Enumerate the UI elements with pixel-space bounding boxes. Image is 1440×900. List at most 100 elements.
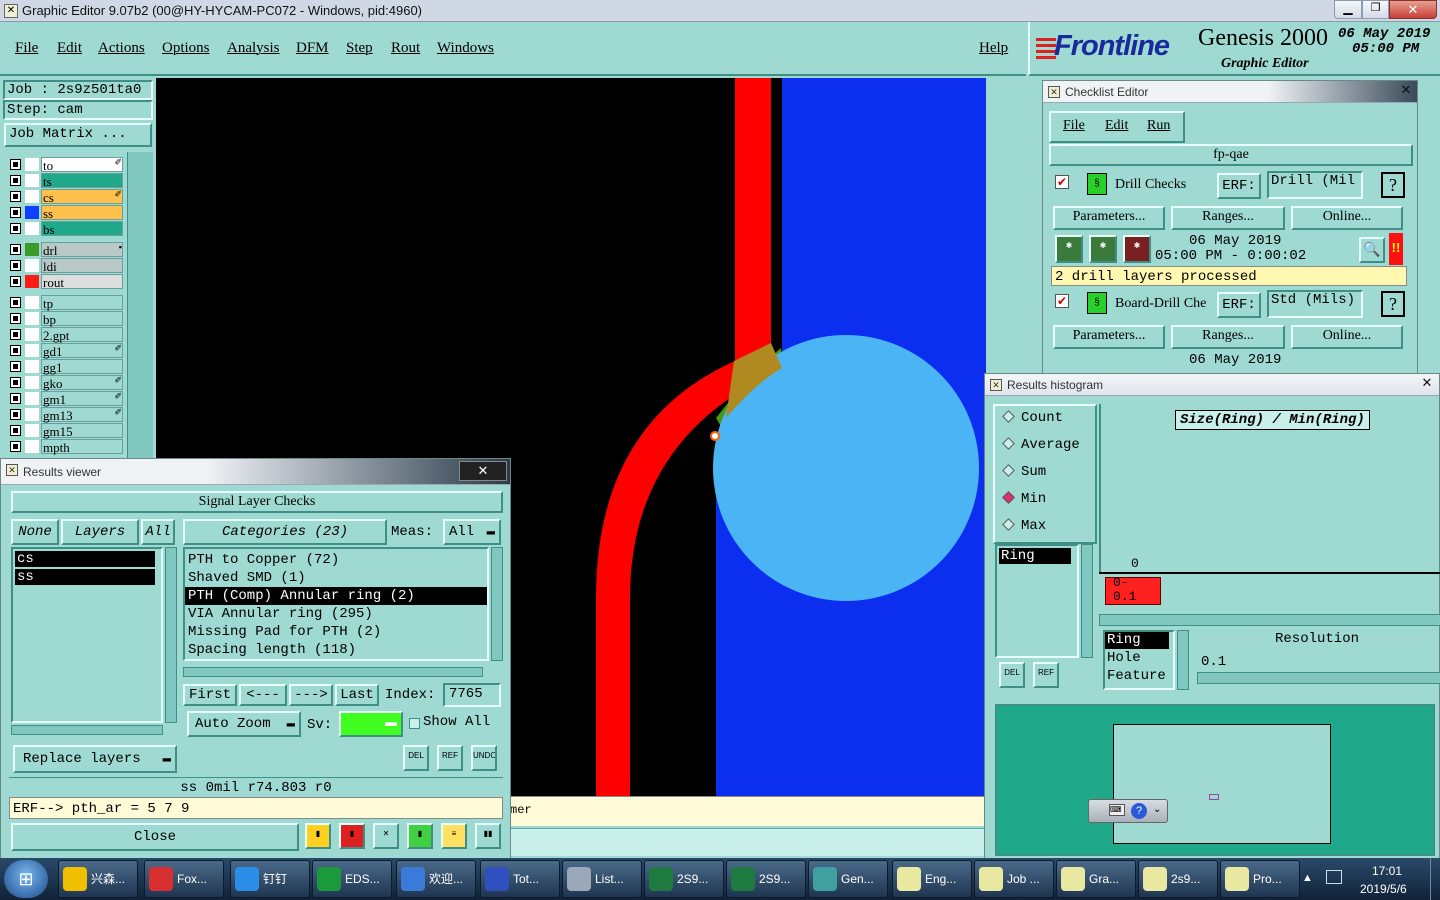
- histogram-option-average[interactable]: Average: [1002, 437, 1080, 453]
- layer-row-gko[interactable]: gko ✐: [8, 375, 124, 391]
- next-button[interactable]: --->: [289, 684, 333, 706]
- layer-checkbox[interactable]: [10, 409, 21, 420]
- layer-name[interactable]: mpth: [41, 439, 123, 455]
- layer-name[interactable]: ldi: [41, 258, 123, 274]
- erf-label[interactable]: ERF:: [1217, 173, 1261, 199]
- layer-color-swatch[interactable]: [25, 376, 39, 389]
- close-window-button[interactable]: ✕: [1389, 0, 1437, 19]
- field-ring[interactable]: Ring: [1105, 632, 1169, 649]
- results-close-x[interactable]: ✕: [459, 461, 507, 481]
- layer-color-swatch[interactable]: [25, 190, 39, 203]
- layer-color-swatch[interactable]: [25, 206, 39, 219]
- checklist-menu-run[interactable]: Run: [1147, 118, 1170, 134]
- layer-name[interactable]: to: [41, 157, 123, 173]
- layer-checkbox[interactable]: [10, 329, 21, 340]
- erf-label[interactable]: ERF:: [1217, 292, 1261, 318]
- layer-row-ss[interactable]: ss: [8, 205, 124, 221]
- drill-check-icon[interactable]: §: [1087, 173, 1107, 195]
- taskbar-item[interactable]: Fox...: [144, 860, 224, 898]
- taskbar-item[interactable]: EDS...: [312, 860, 392, 898]
- ranges-button[interactable]: Ranges...: [1171, 206, 1285, 230]
- last-button[interactable]: Last: [335, 684, 379, 706]
- layer-name[interactable]: bs: [41, 221, 123, 237]
- minimize-button[interactable]: ▁: [1334, 0, 1362, 19]
- category-item[interactable]: Shaved SMD (1): [185, 569, 487, 587]
- menu-dfm[interactable]: DFM: [296, 40, 329, 57]
- layer-row-2-gpt[interactable]: 2.gpt: [8, 327, 124, 343]
- taskbar-item[interactable]: Gen...: [808, 860, 888, 898]
- layer-checkbox[interactable]: [10, 223, 21, 234]
- show-all-checkbox[interactable]: [409, 718, 420, 729]
- menu-actions[interactable]: Actions: [98, 40, 145, 57]
- layer-color-swatch[interactable]: [25, 259, 39, 272]
- results-ref-icon[interactable]: REF: [437, 745, 463, 771]
- layer-name[interactable]: tp: [41, 295, 123, 311]
- histogram-hscroll[interactable]: [1099, 614, 1440, 626]
- category-item[interactable]: Missing Pad for PTH (2): [185, 623, 487, 641]
- layers-all-button[interactable]: All: [141, 519, 175, 545]
- layer-name[interactable]: gg1: [41, 359, 123, 375]
- checklist-close-button[interactable]: ✕: [1395, 81, 1417, 99]
- meas-dropdown[interactable]: All ▬: [443, 519, 501, 545]
- layer-row-bs[interactable]: bs: [8, 221, 124, 237]
- measure-list-scrollbar[interactable]: [1081, 544, 1093, 658]
- resolution-slider[interactable]: [1197, 672, 1440, 684]
- layer-color-swatch[interactable]: [25, 408, 39, 421]
- report-icon[interactable]: ▮: [339, 823, 365, 849]
- field-scrollbar[interactable]: [1177, 630, 1189, 690]
- taskbar-item[interactable]: Tot...: [480, 860, 560, 898]
- layer-icon[interactable]: ▮: [407, 823, 433, 849]
- check-help-button[interactable]: ?: [1381, 291, 1405, 317]
- auto-zoom-dropdown[interactable]: Auto Zoom ▬: [187, 711, 301, 737]
- layer-row-gd1[interactable]: gd1 ✐: [8, 343, 124, 359]
- menu-analysis[interactable]: Analysis: [227, 40, 280, 57]
- histogram-close-button[interactable]: ✕: [1417, 374, 1437, 392]
- layer-color-swatch[interactable]: [25, 243, 39, 256]
- layer-list-hscroll[interactable]: [11, 725, 163, 735]
- run-range-icon[interactable]: ✱: [1089, 235, 1117, 263]
- run-check-icon[interactable]: ✱: [1055, 235, 1083, 263]
- histogram-ref-icon[interactable]: REF: [1033, 662, 1059, 688]
- layer-color-swatch[interactable]: [25, 312, 39, 325]
- taskbar-item[interactable]: 2S9...: [644, 860, 724, 898]
- checklist-menu-file[interactable]: File: [1063, 118, 1085, 134]
- clock-date[interactable]: 2019/5/6: [1360, 882, 1407, 896]
- erf-value[interactable]: Std (Mils): [1267, 290, 1363, 318]
- menu-rout[interactable]: Rout: [391, 40, 420, 57]
- taskbar-item[interactable]: 欢迎...: [396, 860, 476, 898]
- layer-row-tp[interactable]: tp: [8, 295, 124, 311]
- taskbar-item[interactable]: 2S9...: [726, 860, 806, 898]
- erf-icon[interactable]: ✕: [373, 823, 399, 849]
- online-button-2[interactable]: Online...: [1291, 325, 1403, 349]
- field-hole[interactable]: Hole: [1105, 650, 1141, 666]
- category-item[interactable]: Spacing length (118): [185, 641, 487, 659]
- layer-checkbox[interactable]: [10, 159, 21, 170]
- layer-checkbox[interactable]: [10, 191, 21, 202]
- layer-checkbox[interactable]: [10, 441, 21, 452]
- layer-checkbox[interactable]: [10, 297, 21, 308]
- list-icon[interactable]: ≡: [441, 823, 467, 849]
- layer-color-swatch[interactable]: [25, 360, 39, 373]
- measure-list-item[interactable]: Ring: [999, 548, 1071, 564]
- menu-step[interactable]: Step: [346, 40, 373, 57]
- layer-row-ts[interactable]: ts: [8, 173, 124, 189]
- layer-color-swatch[interactable]: [25, 392, 39, 405]
- layer-row-gm13[interactable]: gm13 ✐: [8, 407, 124, 423]
- taskbar-item[interactable]: 钉钉: [230, 860, 310, 898]
- layer-checkbox[interactable]: [10, 276, 21, 287]
- erf-value[interactable]: Drill (Mil: [1267, 171, 1363, 199]
- zoom-result-icon[interactable]: 🔍: [1359, 237, 1385, 263]
- layer-row-to[interactable]: to ✐: [8, 157, 124, 173]
- menu-file[interactable]: File: [15, 40, 38, 57]
- layer-row-gm1[interactable]: gm1 ✐: [8, 391, 124, 407]
- results-close-button[interactable]: Close: [11, 823, 299, 851]
- layer-checkbox[interactable]: [10, 244, 21, 255]
- category-item[interactable]: VIA Annular ring (295): [185, 605, 487, 623]
- layer-checkbox[interactable]: [10, 260, 21, 271]
- layer-checkbox[interactable]: [10, 207, 21, 218]
- checklist-menu-edit[interactable]: Edit: [1105, 118, 1128, 134]
- layer-name[interactable]: gko: [41, 375, 123, 391]
- taskbar-item[interactable]: 2s9...: [1138, 860, 1218, 898]
- layer-name[interactable]: bp: [41, 311, 123, 327]
- results-del-icon[interactable]: DEL: [403, 745, 429, 771]
